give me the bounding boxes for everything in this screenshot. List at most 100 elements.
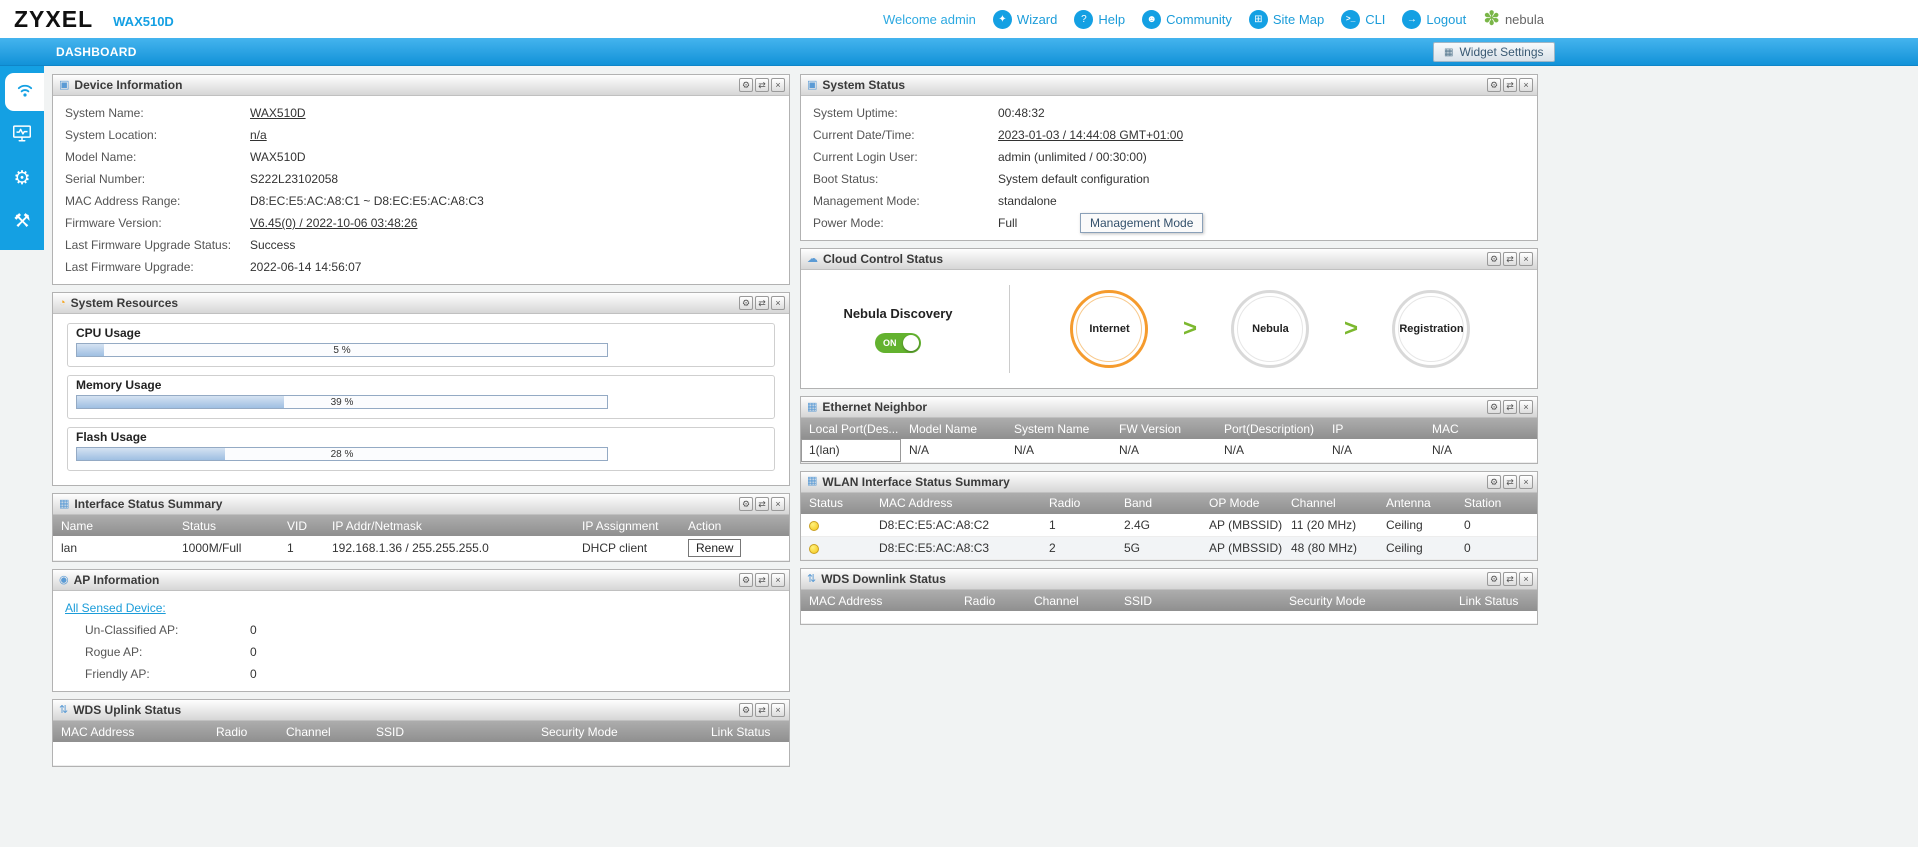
- column-header: Security Mode: [533, 721, 703, 742]
- wds-downlink-icon: ⇅: [807, 572, 817, 585]
- nav-community[interactable]: ☻ Community: [1142, 9, 1232, 29]
- page-title: DASHBOARD: [56, 44, 137, 59]
- column-header: Radio: [956, 590, 1026, 611]
- nav-nebula[interactable]: ✽ nebula: [1483, 9, 1544, 29]
- left-sidebar: ⚙ ⚒: [0, 66, 44, 250]
- sidebar-item-maintenance[interactable]: ⚒: [0, 202, 44, 240]
- wds-uplink-table: MAC Address Radio Channel SSID Security …: [53, 721, 789, 766]
- column-header: IP Addr/Netmask: [324, 515, 574, 536]
- widget-settings-button[interactable]: ▦ Widget Settings: [1433, 42, 1555, 62]
- panel-settings-button[interactable]: ⚙: [1487, 474, 1501, 489]
- sidebar-item-monitor[interactable]: [0, 116, 44, 154]
- panel-close-button[interactable]: ×: [771, 573, 785, 587]
- column-header: Channel: [1026, 590, 1116, 611]
- nav-wizard-label: Wizard: [1016, 11, 1058, 27]
- panel-close-button[interactable]: ×: [1519, 252, 1533, 266]
- sidebar-item-configuration[interactable]: ⚙: [0, 159, 44, 197]
- date-time-link[interactable]: 2023-01-03 / 14:44:08 GMT+01:00: [998, 128, 1183, 142]
- empty-table-body: [53, 742, 789, 766]
- column-header: Security Mode: [1281, 590, 1451, 611]
- nav-nebula-label: nebula: [1504, 11, 1544, 27]
- system-location-link[interactable]: n/a: [250, 128, 267, 142]
- panel-close-button[interactable]: ×: [1519, 78, 1533, 92]
- nav-help[interactable]: ? Help: [1074, 9, 1126, 29]
- nebula-discovery-label: Nebula Discovery: [843, 305, 953, 321]
- panel-title-bar: ⇅ WDS Downlink Status ⚙ ⇄ ×: [801, 569, 1537, 590]
- interface-status-icon: ▦: [59, 497, 70, 510]
- internet-step-circle: Internet: [1070, 290, 1149, 368]
- panel-settings-button[interactable]: ⚙: [739, 573, 753, 587]
- management-mode-tooltip: Management Mode: [1080, 213, 1204, 233]
- panel-refresh-button[interactable]: ⇄: [1503, 572, 1517, 586]
- community-icon: ☻: [1142, 9, 1162, 29]
- cpu-usage-bar: 5 %: [76, 343, 608, 357]
- panel-settings-button[interactable]: ⚙: [739, 703, 753, 717]
- ethernet-neighbor-panel: ▦ Ethernet Neighbor ⚙ ⇄ × Local Port(Des…: [800, 396, 1538, 464]
- panel-settings-button[interactable]: ⚙: [739, 296, 753, 310]
- step-arrow-icon: >: [1343, 315, 1358, 342]
- column-header: FW Version: [1111, 418, 1216, 439]
- wlan-interface-table: Status MAC Address Radio Band OP Mode Ch…: [801, 492, 1537, 560]
- all-sensed-device-link[interactable]: All Sensed Device:: [65, 601, 166, 615]
- toggle-knob: [903, 334, 919, 351]
- column-header: Status: [174, 515, 279, 536]
- table-row: D8:EC:E5:AC:A8:C3 2 5G AP (MBSSID) 48 (8…: [801, 536, 1537, 560]
- panel-close-button[interactable]: ×: [771, 296, 785, 310]
- renew-button[interactable]: Renew: [688, 539, 742, 557]
- nav-cli-label: CLI: [1365, 11, 1386, 27]
- wds-downlink-table: MAC Address Radio Channel SSID Security …: [801, 590, 1537, 624]
- panel-close-button[interactable]: ×: [771, 78, 785, 92]
- nav-wizard[interactable]: ✦ Wizard: [992, 9, 1058, 29]
- logout-icon: →: [1402, 9, 1422, 29]
- nebula-discovery-toggle[interactable]: ON: [875, 332, 921, 353]
- panel-settings-button[interactable]: ⚙: [1487, 400, 1501, 414]
- panel-close-button[interactable]: ×: [1519, 474, 1533, 489]
- firmware-version-link[interactable]: V6.45(0) / 2022-10-06 03:48:26: [250, 216, 417, 230]
- panel-refresh-button[interactable]: ⇄: [1503, 78, 1517, 92]
- column-header: Channel: [1283, 492, 1378, 514]
- panel-close-button[interactable]: ×: [771, 497, 785, 511]
- panel-refresh-button[interactable]: ⇄: [755, 296, 769, 310]
- column-header: MAC Address: [53, 721, 208, 742]
- nav-logout[interactable]: → Logout: [1402, 9, 1466, 29]
- nav-cli[interactable]: >_ CLI: [1341, 9, 1386, 29]
- panel-close-button[interactable]: ×: [1519, 400, 1533, 414]
- panel-refresh-button[interactable]: ⇄: [755, 573, 769, 587]
- panel-close-button[interactable]: ×: [1519, 572, 1533, 586]
- panel-refresh-button[interactable]: ⇄: [1503, 474, 1517, 489]
- panel-refresh-button[interactable]: ⇄: [1503, 400, 1517, 414]
- column-header: Channel: [278, 721, 368, 742]
- column-header: Model Name: [901, 418, 1006, 439]
- panel-settings-button[interactable]: ⚙: [739, 78, 753, 92]
- flash-usage-bar: 28 %: [76, 447, 608, 461]
- interface-status-panel: ▦ Interface Status Summary ⚙ ⇄ × Name St…: [52, 493, 790, 562]
- nav-sitemap[interactable]: ⊞ Site Map: [1248, 9, 1325, 29]
- column-header: MAC: [1424, 418, 1537, 439]
- nav-community-label: Community: [1166, 11, 1232, 27]
- panel-settings-button[interactable]: ⚙: [1487, 252, 1501, 266]
- memory-usage-meter: Memory Usage 39 %: [67, 375, 775, 419]
- panel-refresh-button[interactable]: ⇄: [755, 497, 769, 511]
- sidebar-item-ap[interactable]: [5, 73, 44, 111]
- panel-refresh-button[interactable]: ⇄: [755, 703, 769, 717]
- column-header: IP: [1324, 418, 1424, 439]
- panel-refresh-button[interactable]: ⇄: [1503, 252, 1517, 266]
- memory-usage-bar: 39 %: [76, 395, 608, 409]
- nav-sitemap-label: Site Map: [1272, 11, 1325, 27]
- wds-uplink-icon: ⇅: [59, 703, 69, 716]
- ethernet-neighbor-icon: ▦: [807, 400, 818, 413]
- top-nav: Welcome admin ✦ Wizard ? Help ☻ Communit…: [883, 9, 1544, 29]
- panel-settings-button[interactable]: ⚙: [1487, 78, 1501, 92]
- status-on-bulb-icon: [809, 543, 819, 554]
- panel-refresh-button[interactable]: ⇄: [755, 78, 769, 92]
- panel-settings-button[interactable]: ⚙: [739, 497, 753, 511]
- column-header: SSID: [1116, 590, 1281, 611]
- model-name: WAX510D: [113, 14, 174, 29]
- panel-close-button[interactable]: ×: [771, 703, 785, 717]
- system-resources-panel: ◔ System Resources ⚙ ⇄ × CPU Usage 5 % M…: [52, 292, 790, 486]
- column-header: Local Port(Des...: [801, 418, 901, 439]
- system-name-link[interactable]: WAX510D: [250, 106, 306, 120]
- panel-title-bar: ▣ Device Information ⚙ ⇄ ×: [53, 75, 789, 96]
- panel-settings-button[interactable]: ⚙: [1487, 572, 1501, 586]
- nav-help-label: Help: [1098, 11, 1126, 27]
